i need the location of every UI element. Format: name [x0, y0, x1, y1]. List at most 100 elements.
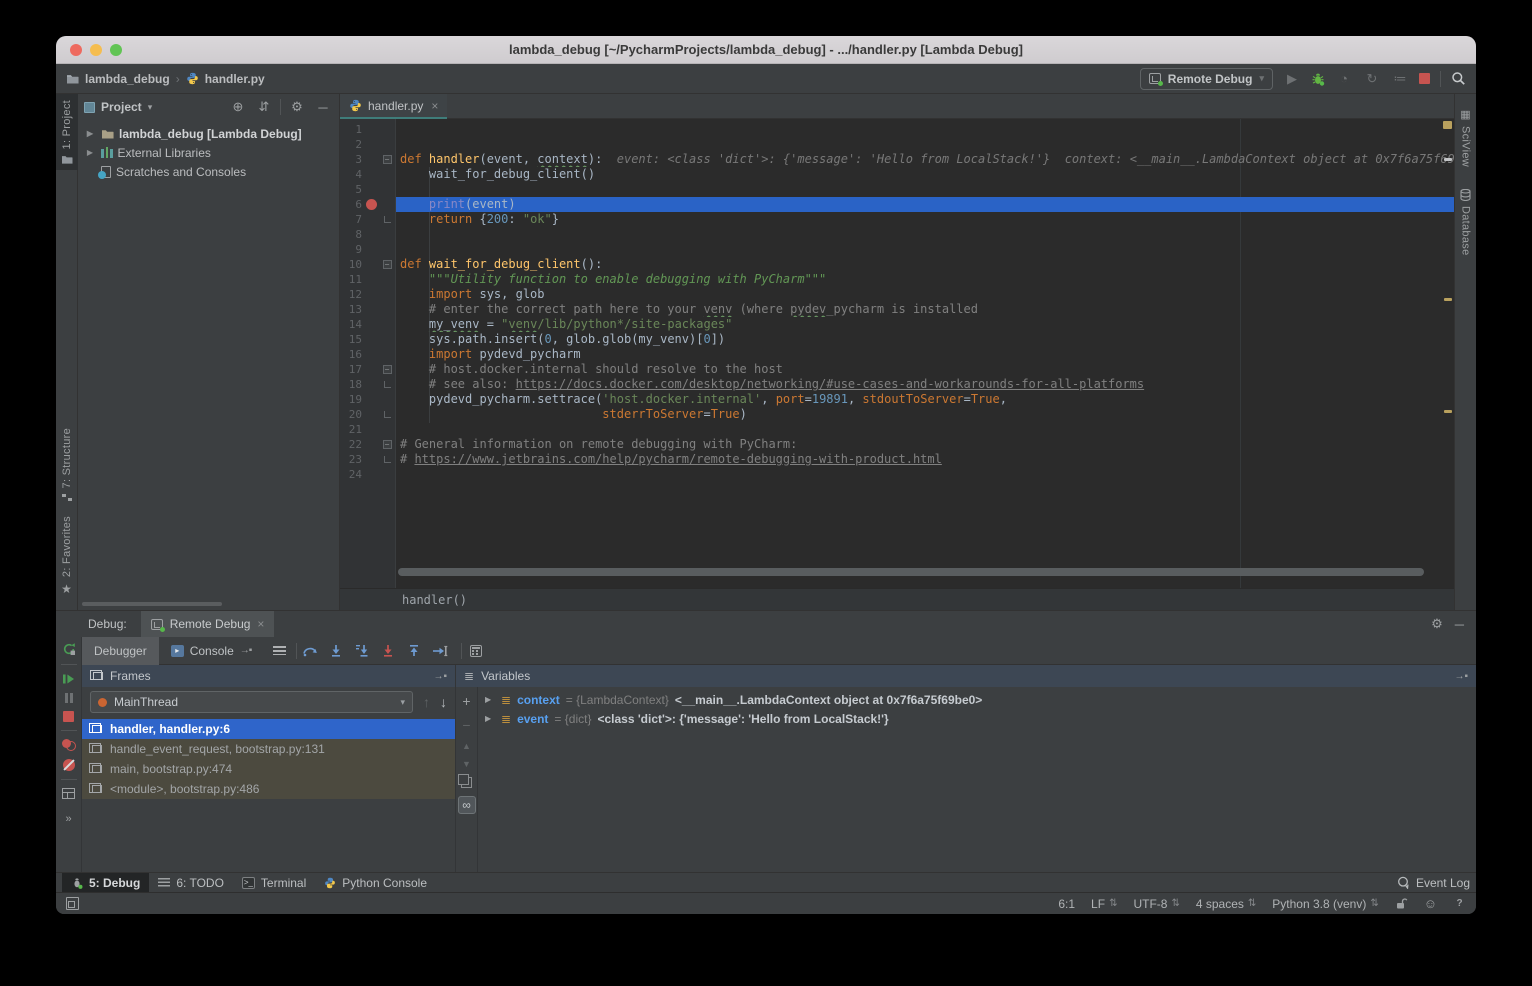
code-line[interactable]: 11 """Utility function to enable debuggi… [340, 272, 1454, 287]
stack-frame-row[interactable]: <module>, bootstrap.py:486 [82, 779, 455, 799]
duplicate-watch-button[interactable] [461, 777, 472, 788]
code-line[interactable]: 3−def handler(event, context): event: <c… [340, 152, 1454, 167]
fold-end-icon[interactable] [384, 381, 391, 388]
question-badge-icon[interactable]: ? [1453, 897, 1466, 910]
close-tab-icon[interactable]: × [431, 99, 438, 113]
stack-frame-row[interactable]: handle_event_request, bootstrap.py:131 [82, 739, 455, 759]
code-line[interactable]: 22−# General information on remote debug… [340, 437, 1454, 452]
code-line[interactable]: 5 [340, 182, 1454, 197]
fold-end-icon[interactable] [384, 216, 391, 223]
move-watch-up-button[interactable]: ▲ [462, 741, 471, 751]
fold-collapse-icon[interactable]: − [383, 155, 392, 164]
expand-arrow-icon[interactable]: ▶ [84, 129, 96, 138]
pause-button[interactable] [65, 693, 73, 703]
profiler-button[interactable]: ◔ [1335, 71, 1353, 86]
hide-debug-panel-button[interactable]: ─ [1455, 617, 1464, 632]
project-tree-item[interactable]: Scratches and Consoles [78, 162, 339, 181]
toolwindow-tab-structure[interactable]: 7: Structure [61, 422, 73, 509]
code-line[interactable]: 12 import sys, glob [340, 287, 1454, 302]
gear-icon[interactable]: ⚙ [287, 99, 307, 115]
chevron-down-icon[interactable]: ▾ [148, 102, 153, 113]
force-step-into-button[interactable] [349, 644, 375, 657]
code-line[interactable]: 10−def wait_for_debug_client(): [340, 257, 1454, 272]
previous-frame-button[interactable]: ↑ [423, 694, 430, 710]
close-session-icon[interactable]: × [257, 617, 264, 631]
toolwindow-tab-python-console[interactable]: Python Console [315, 873, 436, 893]
code-line[interactable]: 20 stderrToServer=True) [340, 407, 1454, 422]
code-line[interactable]: 7 return {200: "ok"} [340, 212, 1454, 227]
code-editor[interactable]: 123−def handler(event, context): event: … [340, 119, 1454, 610]
breakpoint-icon[interactable] [366, 199, 377, 210]
fold-end-icon[interactable] [384, 411, 391, 418]
code-line[interactable]: 8 [340, 227, 1454, 242]
fold-collapse-icon[interactable]: − [383, 260, 392, 269]
toolwindow-tab-sciview[interactable]: ▦ SciView [1460, 102, 1472, 173]
expand-arrow-icon[interactable]: ▶ [485, 695, 495, 704]
stack-frame-row[interactable]: main, bootstrap.py:474 [82, 759, 455, 779]
expand-arrow-icon[interactable]: ▶ [84, 148, 96, 157]
run-to-cursor-button[interactable] [427, 645, 453, 657]
step-into-button[interactable] [323, 644, 349, 657]
code-line[interactable]: 21 [340, 422, 1454, 437]
fold-slot[interactable]: − [380, 440, 394, 449]
code-line[interactable]: 6 print(event) [340, 197, 1454, 212]
hamburger-icon[interactable] [273, 646, 286, 655]
code-line[interactable]: 9 [340, 242, 1454, 257]
thread-selector[interactable]: MainThread ▾ [90, 691, 413, 713]
hector-inspections-icon[interactable]: ☺ [1424, 896, 1437, 911]
code-line[interactable]: 2 [340, 137, 1454, 152]
breadcrumb-project[interactable]: lambda_debug [85, 72, 170, 86]
toolwindow-tab-favorites[interactable]: 2: Favorites ★ [61, 510, 73, 602]
evaluate-expression-button[interactable] [470, 645, 482, 657]
code-line[interactable]: 4 wait_for_debug_client() [340, 167, 1454, 182]
close-window-button[interactable] [70, 44, 82, 56]
step-out-button[interactable] [401, 644, 427, 657]
code-line[interactable]: 15 sys.path.insert(0, glob.glob(my_venv)… [340, 332, 1454, 347]
toolwindow-toggle-icon[interactable] [66, 897, 79, 910]
fold-slot[interactable] [380, 381, 394, 388]
toolwindow-tab-todo[interactable]: 6: TODO [149, 873, 233, 893]
toolwindow-tab-terminal[interactable]: >_ Terminal [233, 873, 315, 893]
remove-watch-button[interactable]: − [462, 717, 470, 733]
editor-tab-handler[interactable]: handler.py × [340, 94, 447, 119]
stop-button[interactable] [1419, 73, 1430, 84]
next-frame-button[interactable]: ↓ [440, 694, 447, 710]
tab-console[interactable]: ▸ Console →▪ [159, 637, 264, 665]
panel-pin-icon[interactable]: →▪ [1454, 671, 1468, 682]
stack-frame-row[interactable]: handler, handler.py:6 [82, 719, 455, 739]
collapse-all-button[interactable]: ⇵ [254, 99, 274, 115]
write-lock-icon[interactable] [1395, 897, 1408, 910]
debug-session-tab[interactable]: Remote Debug × [141, 611, 275, 637]
fold-slot[interactable]: − [380, 155, 394, 164]
search-everywhere-icon[interactable] [1451, 71, 1466, 86]
fold-end-icon[interactable] [384, 456, 391, 463]
caret-position[interactable]: 6:1 [1058, 897, 1075, 911]
zoom-window-button[interactable] [110, 44, 122, 56]
indent-selector[interactable]: 4 spaces⇅ [1196, 897, 1256, 911]
breadcrumb-file[interactable]: handler.py [205, 72, 265, 86]
code-line[interactable]: 13 # enter the correct path here to your… [340, 302, 1454, 317]
code-line[interactable]: 1 [340, 122, 1454, 137]
fold-slot[interactable] [380, 456, 394, 463]
stop-debug-button[interactable] [63, 711, 74, 722]
project-tree-item[interactable]: ▶lambda_debug [Lambda Debug] [78, 124, 339, 143]
expand-arrow-icon[interactable]: ▶ [485, 714, 495, 723]
add-watch-button[interactable]: + [462, 693, 470, 709]
gear-icon[interactable]: ⚙ [1431, 616, 1443, 632]
project-panel-title[interactable]: Project [101, 100, 142, 114]
run-configuration-selector[interactable]: Remote Debug ▾ [1140, 68, 1273, 90]
error-stripe[interactable] [1441, 119, 1454, 610]
fold-collapse-icon[interactable]: − [383, 440, 392, 449]
toolwindow-tab-debug[interactable]: 5: Debug [62, 873, 149, 893]
interpreter-selector[interactable]: Python 3.8 (venv)⇅ [1272, 897, 1378, 911]
editor-breadcrumbs[interactable]: handler() [340, 588, 1454, 610]
locate-file-button[interactable]: ⊕ [228, 99, 248, 115]
toolwindow-tab-database[interactable]: Database [1460, 183, 1472, 262]
tab-debugger[interactable]: Debugger [82, 637, 159, 665]
line-separator-selector[interactable]: LF⇅ [1091, 897, 1117, 911]
minimize-window-button[interactable] [90, 44, 102, 56]
view-breakpoints-button[interactable] [62, 739, 76, 751]
code-line[interactable]: 18 # see also: https://docs.docker.com/d… [340, 377, 1454, 392]
encoding-selector[interactable]: UTF-8⇅ [1133, 897, 1179, 911]
show-watches-inline-button[interactable]: ∞ [458, 796, 476, 814]
